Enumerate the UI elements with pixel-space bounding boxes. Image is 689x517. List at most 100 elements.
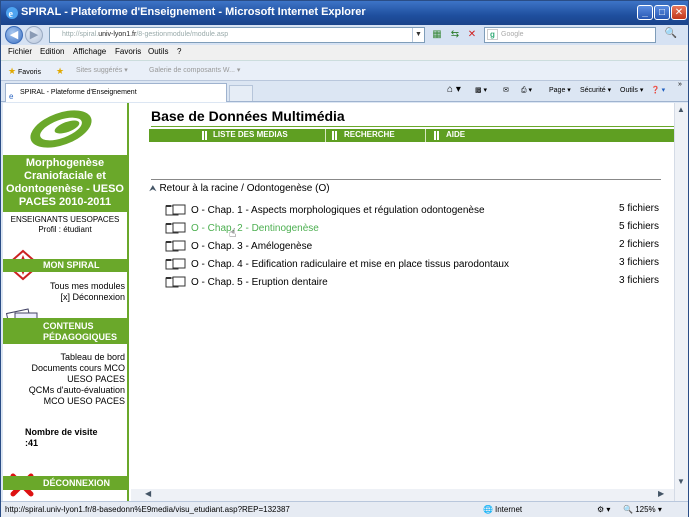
sidebar: Morphogenèse Craniofaciale et Odontogenè… [3, 103, 129, 501]
visit-counter: Nombre de visite :41 [25, 427, 105, 449]
logout-link[interactable]: [x] Déconnexion [3, 292, 125, 303]
google-icon: g [487, 29, 498, 40]
teacher-name: ENSEIGNANTS UESOPACES [10, 215, 120, 224]
up-arrow-icon[interactable]: ⮝ [149, 183, 157, 193]
tools-menu[interactable]: Outils ▾ [620, 86, 643, 94]
folder-icon [165, 240, 186, 252]
contenus-header: CONTENUS PÉDAGOGIQUES [3, 318, 127, 344]
scroll-up-icon[interactable]: ▲ [677, 105, 685, 114]
mail-icon[interactable]: ✉ [503, 86, 509, 94]
teacher-info: ENSEIGNANTS UESOPACES Profil : étudiant [3, 215, 127, 235]
folder-row[interactable]: O - Chap. 5 - Eruption dentaire 3 fichie… [165, 275, 659, 293]
security-menu[interactable]: Sécurité ▾ [580, 86, 611, 94]
folder-row[interactable]: O - Chap. 4 - Edification radiculaire et… [165, 257, 659, 275]
visit-count: 41 [28, 438, 39, 448]
back-button[interactable]: ◀ [5, 26, 23, 44]
nav-search[interactable]: RECHERCHE [344, 130, 395, 139]
zoom-value: 125% [635, 505, 656, 514]
folder-label[interactable]: O - Chap. 3 - Amélogenèse [191, 241, 312, 252]
page-menu[interactable]: Page ▾ [549, 86, 571, 94]
file-count: 2 fichiers [618, 239, 659, 250]
menu-favoris[interactable]: Favoris [115, 47, 141, 56]
media-nav: LISTE DES MEDIAS RECHERCHE AIDE [149, 129, 674, 142]
pedagogiques-title: PÉDAGOGIQUES [43, 332, 118, 342]
address-input[interactable]: http://spiral.univ-lyon1.fr/8-gestionmod… [49, 27, 425, 43]
menu-outils[interactable]: Outils [148, 47, 168, 56]
folder-label[interactable]: O - Chap. 5 - Eruption dentaire [191, 277, 328, 288]
folder-row[interactable]: O - Chap. 3 - Amélogenèse 2 fichiers [165, 239, 659, 257]
zoom-level[interactable]: 🔍 125% ▾ [623, 505, 662, 514]
folder-icon [165, 222, 186, 234]
stop-icon[interactable]: ✕ [466, 29, 478, 41]
dashboard-link[interactable]: Tableau de bord [3, 352, 125, 363]
file-count: 3 fichiers [618, 257, 659, 268]
mon-spiral-header: MON SPIRAL [3, 259, 127, 272]
scroll-right-icon[interactable]: ▶ [658, 489, 664, 498]
qcm-link[interactable]: QCMs d'auto-évaluation MCO UESO PACES [3, 385, 125, 407]
breadcrumb-root-link[interactable]: Retour à la racine [159, 183, 238, 194]
search-placeholder: Google [501, 31, 524, 38]
favorites-button[interactable]: ★ Favoris [8, 66, 41, 77]
window-title: SPIRAL - Plateforme d'Enseignement - Mic… [21, 6, 366, 18]
folder-icon [165, 204, 186, 216]
url-suffix: /8-gestionmodule/module.asp [136, 31, 229, 38]
new-tab-button[interactable] [229, 85, 253, 101]
favorites-bar: ★ Favoris ★ Sites suggérés ▾ Galerie de … [1, 61, 688, 81]
nav-bar-icon [202, 131, 207, 140]
menu-bar: Fichier Edition Affichage Favoris Outils… [1, 45, 688, 61]
menu-help[interactable]: ? [177, 47, 181, 56]
file-count: 3 fichiers [618, 275, 659, 286]
home-icon[interactable]: ⌂ ▾ [447, 84, 461, 95]
search-icon[interactable]: 🔍 [659, 28, 683, 42]
web-slice-gallery-link[interactable]: Galerie de composants W... ▾ [149, 66, 240, 74]
more-commands-button[interactable]: » [678, 81, 682, 88]
suggested-sites-link[interactable]: Sites suggérés ▾ [76, 66, 128, 74]
folder-label[interactable]: O - Chap. 2 - Dentinogenèse [191, 223, 319, 234]
add-favorite-icon[interactable]: ★ [56, 66, 64, 77]
folder-row[interactable]: O - Chap. 2 - Dentinogenèse 5 fichiers [165, 221, 659, 239]
folder-label[interactable]: O - Chap. 1 - Aspects morphologiques et … [191, 205, 485, 216]
scroll-left-icon[interactable]: ◀ [145, 489, 151, 498]
scroll-down-icon[interactable]: ▼ [677, 477, 685, 486]
nav-help[interactable]: AIDE [446, 130, 465, 139]
folder-row[interactable]: O - Chap. 1 - Aspects morphologiques et … [165, 203, 659, 221]
close-button[interactable]: ✕ [671, 5, 687, 20]
tab-spiral[interactable]: e SPIRAL - Plateforme d'Enseignement [5, 83, 227, 102]
mon-spiral-links: Tous mes modules [x] Déconnexion [3, 281, 127, 303]
menu-fichier[interactable]: Fichier [8, 47, 32, 56]
compat-view-icon[interactable]: ▦ [431, 29, 443, 41]
folder-label[interactable]: O - Chap. 4 - Edification radiculaire et… [191, 259, 509, 270]
horizontal-scrollbar[interactable]: ◀ ▶ [131, 489, 674, 501]
feeds-icon[interactable]: ▩ ▾ [475, 86, 487, 94]
spiral-logo-icon [30, 110, 92, 148]
breadcrumb-separator: / [238, 183, 247, 194]
tab-title: SPIRAL - Plateforme d'Enseignement [20, 89, 137, 96]
logout-button[interactable]: DÉCONNEXION [3, 476, 127, 490]
forward-button[interactable]: ▶ [25, 26, 43, 44]
refresh-icon[interactable]: ⇆ [449, 29, 461, 41]
minimize-button[interactable]: _ [637, 5, 653, 20]
star-icon: ★ [8, 66, 17, 76]
title-bar: e SPIRAL - Plateforme d'Enseignement - M… [1, 1, 688, 25]
course-documents-link[interactable]: Documents cours MCO UESO PACES [3, 363, 125, 385]
file-count: 5 fichiers [618, 221, 659, 232]
print-icon[interactable]: ⎙ ▾ [521, 86, 532, 95]
vertical-scrollbar[interactable]: ▲ ▼ [674, 103, 688, 501]
search-input[interactable]: g Google [484, 27, 656, 43]
page-content: Morphogenèse Craniofaciale et Odontogenè… [3, 103, 674, 501]
nav-media-list[interactable]: LISTE DES MEDIAS [213, 130, 288, 139]
breadcrumb-divider [151, 179, 661, 180]
all-modules-link[interactable]: Tous mes modules [3, 281, 125, 292]
svg-text:e: e [9, 9, 14, 20]
file-count: 5 fichiers [618, 203, 659, 214]
menu-edition[interactable]: Edition [40, 47, 64, 56]
url-prefix: http://spiral. [62, 31, 99, 38]
address-dropdown-icon[interactable]: ▼ [412, 28, 424, 42]
suggested-sites-label: Sites suggérés [76, 67, 123, 74]
menu-affichage[interactable]: Affichage [73, 47, 106, 56]
folder-icon [165, 276, 186, 288]
help-icon[interactable]: ❓ ▾ [651, 86, 665, 94]
tools-menu-label: Outils [620, 87, 638, 94]
protected-mode-icon[interactable]: ⚙ ▾ [597, 505, 610, 514]
maximize-button[interactable]: □ [654, 5, 670, 20]
